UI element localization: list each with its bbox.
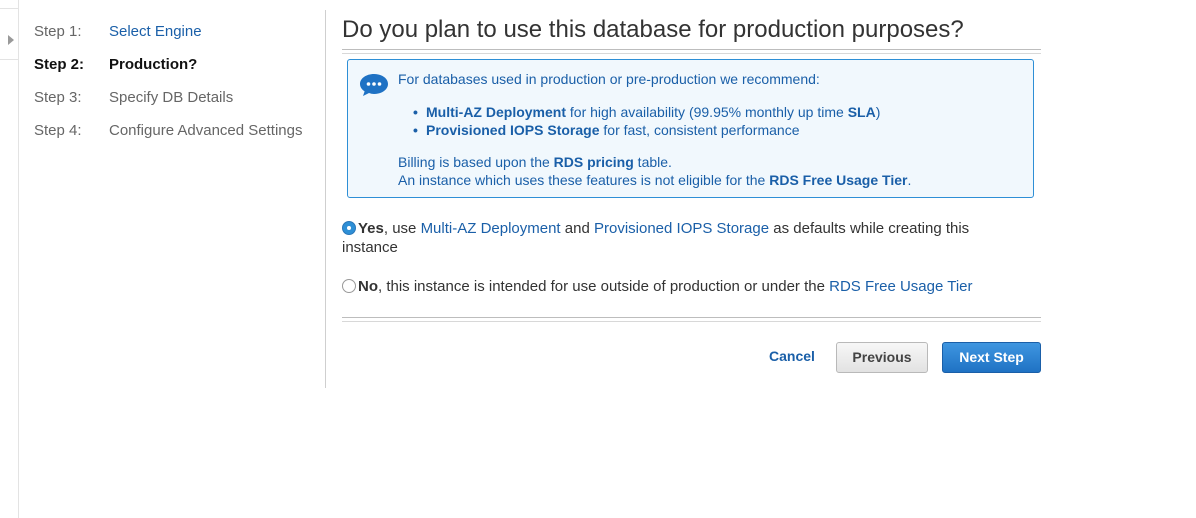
list-item: Multi-AZ Deployment for high availabilit…: [413, 103, 881, 121]
eligibility-text: .: [907, 172, 912, 188]
wizard-steps: Step 1: Select Engine Step 2: Production…: [34, 22, 324, 154]
free-tier-link[interactable]: RDS Free Usage Tier: [769, 172, 907, 188]
provisioned-iops-link[interactable]: Provisioned IOPS Storage: [426, 122, 600, 138]
free-tier-option-link[interactable]: RDS Free Usage Tier: [829, 278, 972, 295]
step-number: Step 2:: [34, 56, 85, 73]
main-panel: Do you plan to use this database for pro…: [342, 14, 1042, 373]
billing-text: table.: [633, 154, 672, 170]
yes-radio[interactable]: [342, 221, 356, 235]
gutter-divider: [0, 59, 18, 60]
sla-link[interactable]: SLA: [848, 104, 876, 120]
option-text: and: [560, 220, 594, 237]
step-label[interactable]: Select Engine: [109, 22, 202, 42]
list-item: Provisioned IOPS Storage for fast, consi…: [413, 121, 880, 139]
previous-button[interactable]: Previous: [836, 342, 928, 373]
step-number: Step 4:: [34, 122, 82, 139]
chat-bubble-icon: [360, 74, 388, 96]
provisioned-iops-option-link[interactable]: Provisioned IOPS Storage: [594, 220, 769, 237]
gutter-divider: [0, 0, 18, 9]
no-radio[interactable]: [342, 279, 356, 293]
step-specify-db-details: Step 3: Specify DB Details: [34, 88, 324, 121]
vertical-divider: [325, 10, 326, 388]
step-number: Step 1:: [34, 23, 82, 40]
no-label: No: [358, 278, 378, 295]
multi-az-link[interactable]: Multi-AZ Deployment: [426, 104, 566, 120]
option-text: , use: [383, 220, 421, 237]
recommendation-list: Multi-AZ Deployment for high availabilit…: [413, 103, 881, 139]
multi-az-option-link[interactable]: Multi-AZ Deployment: [421, 220, 561, 237]
side-panel-gutter: [0, 0, 19, 518]
list-item-text: for fast, consistent performance: [599, 122, 800, 138]
list-item-text: for high availability (99.95% monthly up…: [566, 104, 848, 120]
step-configure-advanced-settings: Step 4: Configure Advanced Settings: [34, 121, 324, 154]
recommendation-info-box: For databases used in production or pre-…: [347, 59, 1034, 198]
page-title: Do you plan to use this database for pro…: [342, 16, 964, 43]
yes-label: Yes: [358, 220, 384, 237]
cancel-button[interactable]: Cancel: [769, 348, 815, 364]
rds-pricing-link[interactable]: RDS pricing: [554, 154, 634, 170]
step-number: Step 3:: [34, 89, 82, 106]
eligibility-text: An instance which uses these features is…: [398, 172, 770, 188]
expand-arrow-icon[interactable]: [8, 35, 14, 45]
bottom-divider: [342, 317, 1041, 322]
step-label: Production?: [109, 56, 198, 73]
next-step-button[interactable]: Next Step: [942, 342, 1041, 373]
option-yes[interactable]: Yes, use Multi-AZ Deployment and Provisi…: [342, 219, 1002, 257]
list-item-text: ): [875, 104, 881, 120]
step-production: Step 2: Production?: [34, 55, 324, 88]
info-intro: For databases used in production or pre-…: [398, 71, 820, 87]
billing-text: Billing is based upon the: [398, 154, 554, 170]
step-label: Configure Advanced Settings: [109, 122, 303, 139]
billing-note: Billing is based upon the RDS pricing ta…: [398, 153, 911, 189]
step-label: Specify DB Details: [109, 89, 234, 106]
title-divider: [342, 49, 1041, 54]
option-no[interactable]: No, this instance is intended for use ou…: [342, 277, 1002, 296]
option-text: , this instance is intended for use outs…: [378, 278, 830, 295]
step-select-engine[interactable]: Step 1: Select Engine: [34, 22, 324, 55]
